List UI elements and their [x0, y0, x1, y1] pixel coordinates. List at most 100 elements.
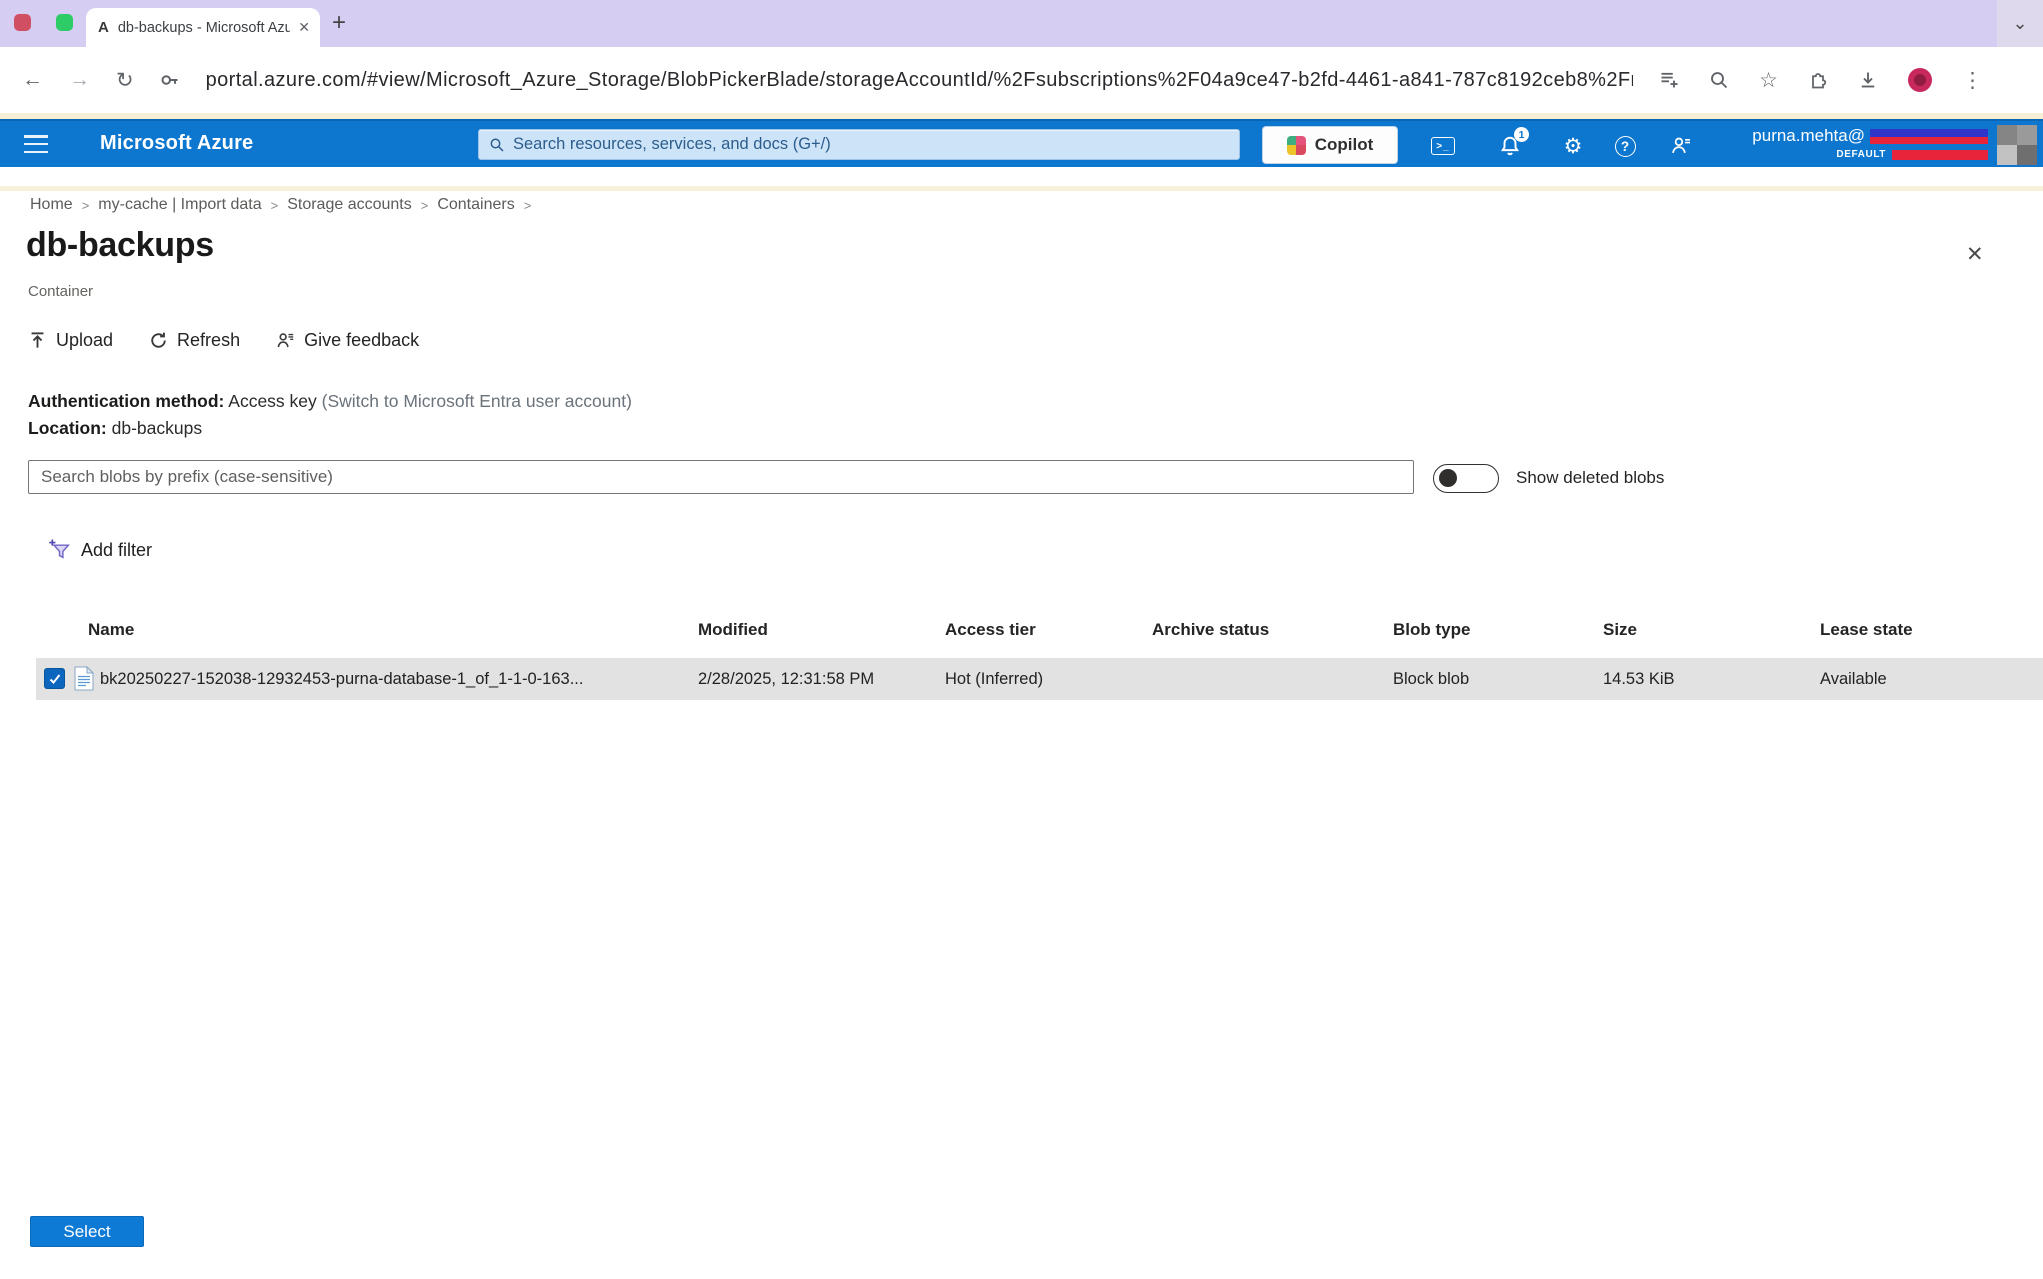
- copilot-label: Copilot: [1315, 135, 1374, 155]
- window-maximize-button[interactable]: [56, 14, 73, 31]
- breadcrumb-separator: >: [82, 198, 90, 213]
- hamburger-menu-icon[interactable]: [24, 135, 48, 153]
- page-title: db-backups: [26, 226, 214, 265]
- breadcrumb-storage-accounts[interactable]: Storage accounts: [287, 196, 412, 214]
- tab-list-chevron-button[interactable]: ⌄: [1997, 0, 2043, 47]
- column-header-modified: Modified: [698, 620, 768, 640]
- blob-lease-state: Available: [1820, 658, 1887, 700]
- directory-redaction-bar: [1892, 150, 1988, 160]
- command-bar: Upload Refresh Give feedback: [28, 330, 419, 351]
- blob-search-input[interactable]: [41, 467, 1401, 487]
- extensions-puzzle-icon[interactable]: [1808, 70, 1828, 90]
- breadcrumb-import-data[interactable]: my-cache | Import data: [98, 196, 261, 214]
- reading-list-icon[interactable]: [1659, 70, 1679, 90]
- copilot-icon: [1287, 136, 1306, 155]
- email-redaction-bar: [1870, 129, 1988, 144]
- breadcrumb-separator: >: [421, 198, 429, 213]
- check-icon: [48, 672, 62, 686]
- back-button[interactable]: ←: [22, 68, 43, 92]
- browser-tab-strip: A db-backups - Microsoft Azu ✕ + ⌄: [0, 0, 2043, 47]
- browser-toolbar: ← → ↻ portal.azure.com/#view/Microsoft_A…: [0, 47, 2043, 113]
- chevron-down-icon: ⌄: [2012, 13, 2027, 34]
- blob-name[interactable]: bk20250227-152038-12932453-purna-databas…: [100, 658, 666, 700]
- lens-search-icon[interactable]: [1709, 70, 1729, 90]
- breadcrumb-containers[interactable]: Containers: [437, 196, 514, 214]
- help-button[interactable]: ?: [1612, 133, 1638, 159]
- upload-label: Upload: [56, 330, 113, 351]
- row-checkbox[interactable]: [44, 668, 65, 689]
- bookmark-star-icon[interactable]: ☆: [1759, 68, 1778, 93]
- notifications-button[interactable]: 1: [1497, 133, 1523, 159]
- blob-size: 14.53 KiB: [1603, 658, 1675, 700]
- add-filter-button[interactable]: Add filter: [48, 538, 152, 562]
- select-button[interactable]: Select: [30, 1216, 144, 1247]
- location-line: Location: db-backups: [28, 418, 202, 439]
- upload-icon: [28, 331, 47, 350]
- terminal-icon: >_: [1431, 137, 1455, 155]
- divider-strip: [0, 186, 2043, 191]
- blob-table-header: Name Modified Access tier Archive status…: [0, 620, 2043, 650]
- add-filter-icon: [48, 538, 72, 562]
- site-key-icon[interactable]: [160, 70, 180, 90]
- auth-method-label: Authentication method:: [28, 391, 224, 411]
- user-avatar[interactable]: [1997, 125, 2037, 165]
- global-search-input[interactable]: [513, 135, 1229, 154]
- window-close-button[interactable]: [14, 14, 31, 31]
- blob-modified: 2/28/2025, 12:31:58 PM: [698, 658, 874, 700]
- browser-profile-avatar[interactable]: [1908, 68, 1932, 92]
- refresh-button[interactable]: Refresh: [149, 330, 240, 351]
- download-icon[interactable]: [1858, 70, 1878, 90]
- switch-entra-link[interactable]: (Switch to Microsoft Entra user account): [322, 391, 632, 411]
- question-icon: ?: [1615, 136, 1636, 157]
- upload-button[interactable]: Upload: [28, 330, 113, 351]
- give-feedback-label: Give feedback: [304, 330, 419, 351]
- settings-button[interactable]: ⚙: [1560, 133, 1586, 159]
- breadcrumb: Home > my-cache | Import data > Storage …: [30, 196, 531, 214]
- forward-button[interactable]: →: [69, 68, 90, 92]
- blob-access-tier: Hot (Inferred): [945, 658, 1043, 700]
- location-value: db-backups: [112, 418, 202, 438]
- blob-type: Block blob: [1393, 658, 1469, 700]
- table-row[interactable]: bk20250227-152038-12932453-purna-databas…: [36, 658, 2043, 700]
- breadcrumb-separator: >: [271, 198, 279, 213]
- reload-button[interactable]: ↻: [116, 68, 134, 93]
- auth-method-value: Access key: [228, 391, 317, 411]
- feedback-icon: [276, 331, 295, 350]
- toggle-knob: [1439, 469, 1457, 487]
- new-tab-button[interactable]: +: [332, 8, 346, 38]
- browser-active-tab[interactable]: A db-backups - Microsoft Azu ✕: [86, 8, 320, 47]
- page-subtitle: Container: [28, 283, 93, 300]
- refresh-icon: [149, 331, 168, 350]
- address-bar[interactable]: portal.azure.com/#view/Microsoft_Azure_S…: [206, 69, 1634, 92]
- authentication-method-line: Authentication method: Access key (Switc…: [28, 391, 632, 412]
- azure-header: Microsoft Azure Copilot >_ 1 ⚙ ? purna.m…: [0, 119, 2043, 167]
- blade-close-icon[interactable]: ✕: [1966, 242, 1984, 267]
- give-feedback-button[interactable]: Give feedback: [276, 330, 419, 351]
- refresh-label: Refresh: [177, 330, 240, 351]
- copilot-button[interactable]: Copilot: [1263, 127, 1397, 163]
- column-header-name: Name: [88, 620, 134, 640]
- column-header-blob-type: Blob type: [1393, 620, 1470, 640]
- column-header-access-tier: Access tier: [945, 620, 1036, 640]
- column-header-archive-status: Archive status: [1152, 620, 1269, 640]
- show-deleted-blobs-label: Show deleted blobs: [1516, 468, 1664, 488]
- column-header-size: Size: [1603, 620, 1637, 640]
- azure-brand[interactable]: Microsoft Azure: [100, 132, 253, 155]
- show-deleted-blobs-toggle[interactable]: [1433, 464, 1499, 493]
- breadcrumb-home[interactable]: Home: [30, 196, 73, 214]
- tab-close-icon[interactable]: ✕: [298, 19, 310, 36]
- user-email: purna.mehta@: [1752, 126, 1865, 146]
- tab-title: db-backups - Microsoft Azu: [118, 20, 290, 36]
- browser-action-icons: ☆ ⋮: [1659, 68, 1983, 93]
- search-icon: [489, 137, 505, 153]
- blob-search-box[interactable]: [28, 460, 1414, 494]
- location-label: Location:: [28, 418, 107, 438]
- blob-file-icon: [74, 666, 94, 696]
- azure-portal-window: A db-backups - Microsoft Azu ✕ + ⌄ ← → ↻…: [0, 0, 2043, 1279]
- cloud-shell-button[interactable]: >_: [1430, 133, 1456, 159]
- browser-menu-icon[interactable]: ⋮: [1962, 68, 1983, 93]
- column-header-lease-state: Lease state: [1820, 620, 1913, 640]
- gear-icon: ⚙: [1564, 134, 1583, 159]
- global-search-box[interactable]: [478, 129, 1240, 160]
- account-menu[interactable]: purna.mehta@ DEFAULT: [1688, 126, 1988, 160]
